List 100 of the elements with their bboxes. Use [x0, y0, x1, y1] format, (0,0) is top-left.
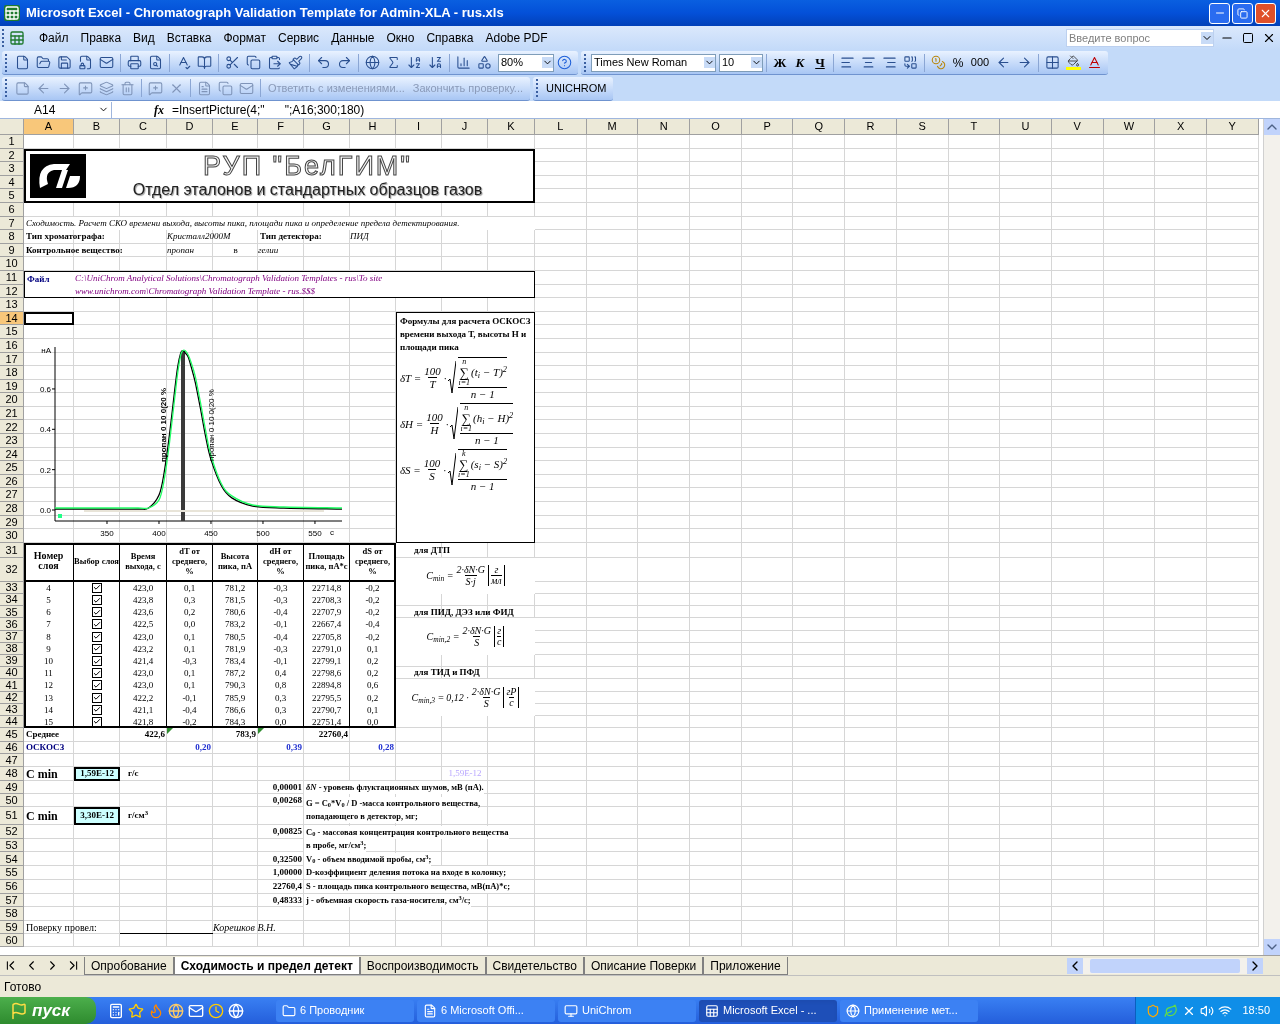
- chart-icon[interactable]: [456, 55, 471, 70]
- hyperlink-icon[interactable]: [365, 55, 380, 70]
- layer-checkbox[interactable]: [91, 692, 102, 703]
- column-header[interactable]: K: [488, 119, 535, 135]
- dropdown-icon[interactable]: [751, 57, 762, 68]
- menu-item[interactable]: Справка: [420, 29, 480, 47]
- row-header[interactable]: 52: [0, 825, 24, 839]
- row-header[interactable]: 8: [0, 230, 24, 244]
- calculator-icon[interactable]: [108, 1002, 124, 1019]
- network-icon[interactable]: [1218, 1003, 1233, 1018]
- row-header[interactable]: 25: [0, 461, 24, 475]
- layer-checkbox[interactable]: [91, 668, 102, 679]
- dropdown-icon[interactable]: [704, 57, 715, 68]
- font-size-select[interactable]: 10: [719, 53, 763, 72]
- borders-icon[interactable]: [1045, 55, 1060, 70]
- spelling-icon[interactable]: [176, 55, 191, 70]
- print-preview-icon[interactable]: [148, 55, 163, 70]
- paste-icon[interactable]: [267, 55, 282, 70]
- column-header[interactable]: H: [350, 119, 396, 135]
- function-button[interactable]: fx: [154, 100, 164, 119]
- row-header[interactable]: 32: [0, 557, 24, 582]
- workbook-icon[interactable]: [9, 30, 25, 46]
- fill-color-icon[interactable]: [1066, 55, 1081, 70]
- layer-checkbox[interactable]: [91, 582, 102, 593]
- mail-icon[interactable]: [188, 1002, 204, 1019]
- column-header[interactable]: Y: [1206, 119, 1259, 135]
- row-header[interactable]: 35: [0, 606, 24, 619]
- menu-item[interactable]: Сервис: [272, 29, 326, 47]
- sheet-tab[interactable]: Свидетельство: [485, 956, 584, 975]
- row-header[interactable]: 22: [0, 420, 24, 435]
- row-header[interactable]: 46: [0, 742, 24, 755]
- document-icon[interactable]: [197, 80, 212, 96]
- research-icon[interactable]: [197, 55, 212, 70]
- menu-item[interactable]: Файл: [33, 29, 75, 47]
- restore-button[interactable]: [1232, 2, 1253, 24]
- column-header[interactable]: M: [586, 119, 639, 135]
- menu-item[interactable]: Данные: [325, 29, 381, 47]
- row-header[interactable]: 3: [0, 162, 24, 176]
- sort-descending-icon[interactable]: [428, 55, 443, 70]
- format-button[interactable]: Ж: [770, 52, 790, 73]
- layer-checkbox[interactable]: [91, 643, 102, 654]
- row-header[interactable]: 48: [0, 767, 24, 782]
- dropdown-icon[interactable]: [542, 57, 553, 68]
- row-header[interactable]: 47: [0, 754, 24, 768]
- help-search-field[interactable]: Введите вопрос: [1066, 29, 1214, 47]
- row-header[interactable]: 18: [0, 366, 24, 380]
- column-header[interactable]: Q: [793, 119, 846, 135]
- format-painter-icon[interactable]: [288, 55, 303, 70]
- thousands-button[interactable]: 000: [967, 54, 993, 71]
- layer-checkbox[interactable]: [91, 716, 102, 727]
- font-select[interactable]: Times New Roman: [591, 53, 716, 72]
- layer-checkbox[interactable]: [91, 704, 102, 715]
- column-header[interactable]: V: [1051, 119, 1104, 135]
- sheet-tab[interactable]: Сходимость и предел детект: [173, 956, 360, 975]
- coins-icon[interactable]: [931, 55, 946, 70]
- align-right-icon[interactable]: [882, 55, 897, 70]
- row-header[interactable]: 28: [0, 502, 24, 516]
- copy-icon[interactable]: [246, 55, 261, 70]
- close-icon[interactable]: [1262, 31, 1276, 45]
- column-header[interactable]: L: [535, 119, 587, 135]
- column-header[interactable]: E: [213, 119, 258, 135]
- row-header[interactable]: 10: [0, 257, 24, 271]
- column-header[interactable]: C: [120, 119, 167, 135]
- dropdown-icon[interactable]: [1201, 32, 1213, 44]
- menu-item[interactable]: Окно: [380, 29, 421, 47]
- row-header[interactable]: 15: [0, 325, 24, 339]
- sheet-tab[interactable]: Воспроизводимость: [359, 956, 486, 975]
- drawing-icon[interactable]: [477, 55, 492, 70]
- sum-icon[interactable]: [386, 55, 401, 70]
- column-header[interactable]: P: [741, 119, 794, 135]
- cut-icon[interactable]: [225, 55, 240, 70]
- column-header[interactable]: I: [396, 119, 442, 135]
- arrow-icon[interactable]: [996, 55, 1011, 70]
- merge-cells-icon[interactable]: [903, 55, 918, 70]
- font-color-icon[interactable]: [1087, 55, 1102, 70]
- horizontal-scrollbar[interactable]: [1067, 957, 1263, 974]
- column-header[interactable]: R: [845, 119, 897, 135]
- column-header[interactable]: X: [1155, 119, 1207, 135]
- column-header[interactable]: F: [258, 119, 304, 135]
- layer-checkbox[interactable]: [91, 656, 102, 667]
- unichrom-button[interactable]: UNICHROM: [543, 79, 610, 97]
- row-header[interactable]: 5: [0, 189, 24, 203]
- scroll-right-icon[interactable]: [1247, 957, 1263, 974]
- row-header[interactable]: 41: [0, 679, 24, 692]
- redo-icon[interactable]: [337, 55, 352, 70]
- menu-item[interactable]: Формат: [217, 29, 273, 47]
- menu-item[interactable]: Вставка: [160, 29, 218, 47]
- format-button[interactable]: К: [790, 52, 810, 73]
- open-folder-icon[interactable]: [36, 55, 51, 70]
- row-header[interactable]: 50: [0, 794, 24, 808]
- column-header[interactable]: D: [167, 119, 213, 135]
- undo-icon[interactable]: [316, 55, 331, 70]
- sheet-tab[interactable]: Приложение: [703, 956, 788, 975]
- row-header[interactable]: 20: [0, 393, 24, 407]
- help-icon[interactable]: [557, 55, 572, 70]
- globe-icon[interactable]: [168, 1002, 184, 1019]
- taskbar-button[interactable]: 6 Проводник: [276, 999, 414, 1022]
- vertical-scrollbar[interactable]: [1263, 119, 1280, 955]
- mail-icon[interactable]: [99, 55, 114, 70]
- layer-checkbox[interactable]: [91, 595, 102, 606]
